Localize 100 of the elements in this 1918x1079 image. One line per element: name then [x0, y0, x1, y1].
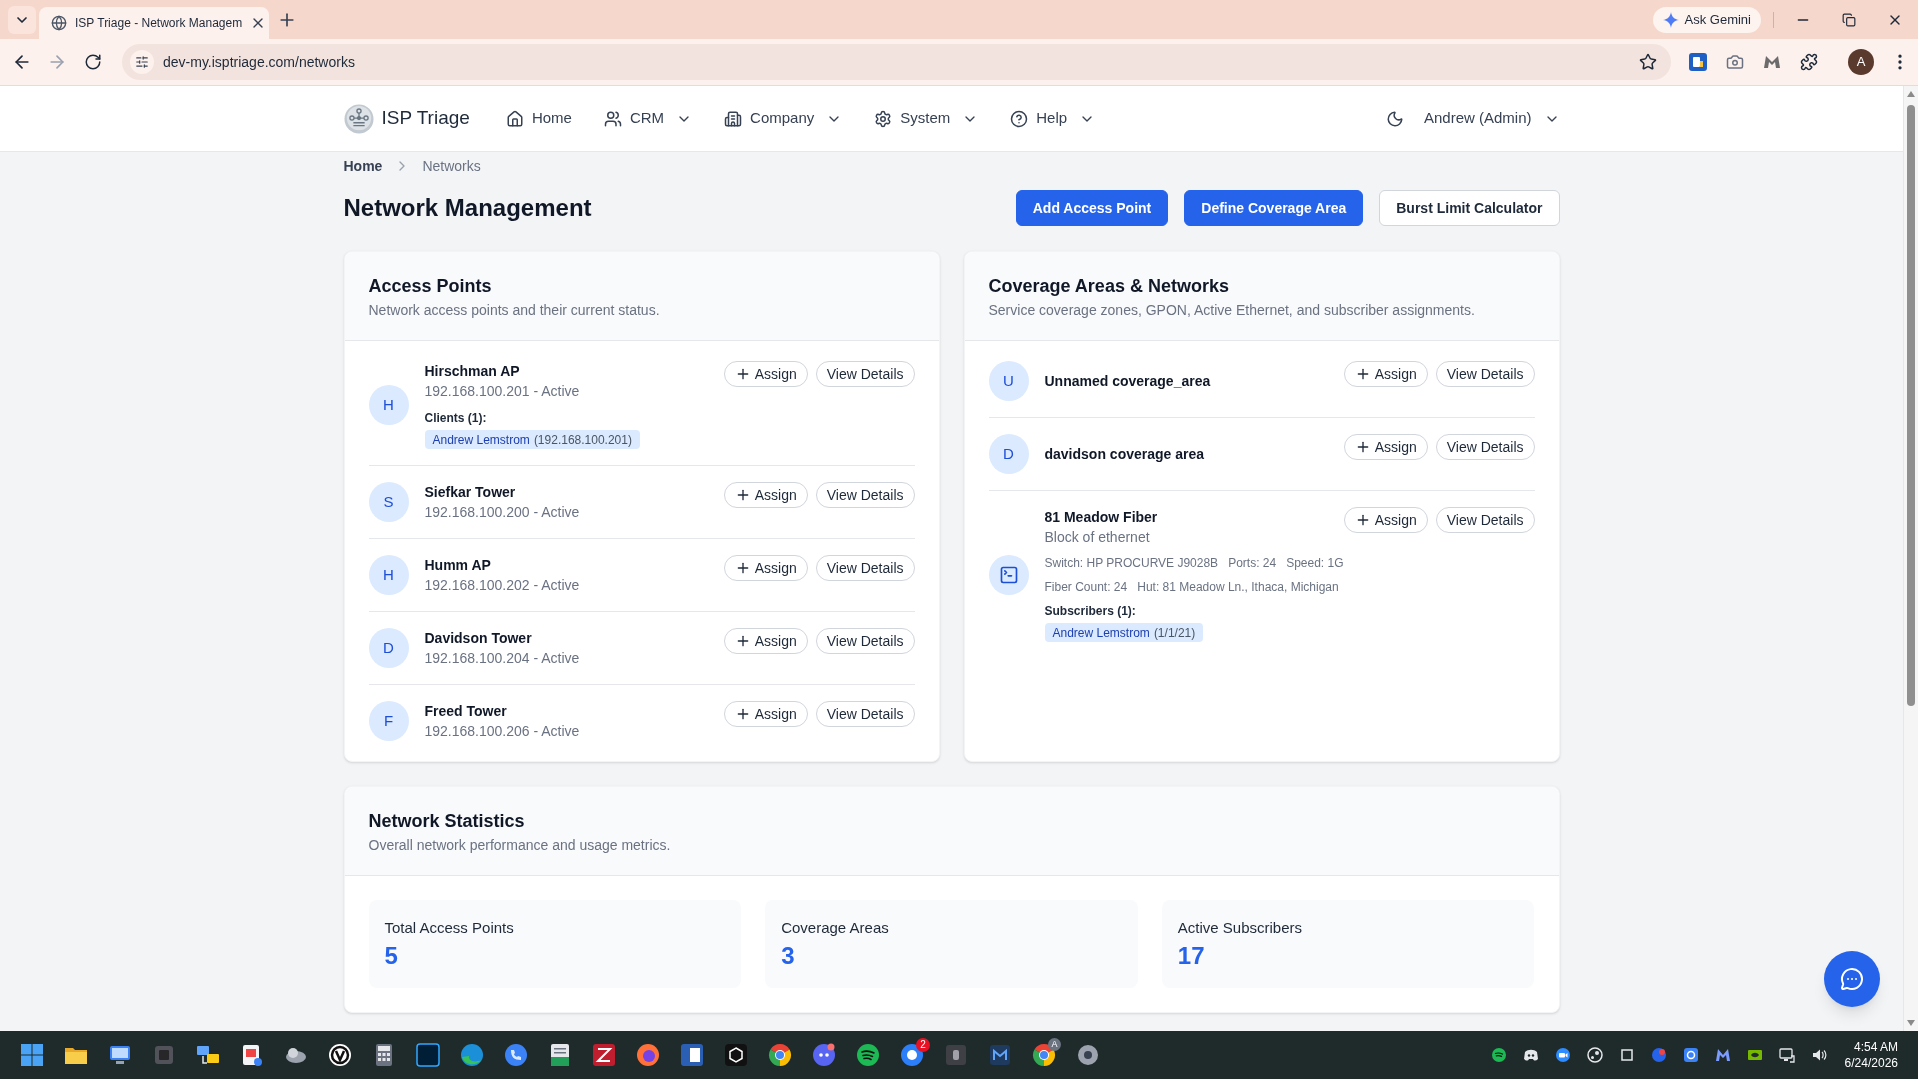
tray-app-icon[interactable] [1682, 1047, 1699, 1063]
action-button[interactable]: Burst Limit Calculator [1379, 190, 1560, 226]
app-icon[interactable] [504, 1043, 528, 1067]
app-icon[interactable] [108, 1043, 132, 1067]
app-icon[interactable] [812, 1043, 836, 1067]
nav-link[interactable]: Help [998, 99, 1108, 138]
brand-name[interactable]: ISP Triage [381, 104, 470, 133]
client-tag[interactable]: Andrew Lemstrom (192.168.100.201) [424, 430, 640, 449]
app-icon[interactable] [768, 1043, 792, 1067]
moon-icon[interactable] [1385, 109, 1404, 128]
app-icon[interactable] [548, 1043, 572, 1067]
view-details-button[interactable]: View Details [815, 701, 915, 727]
restore-icon[interactable] [1842, 12, 1856, 27]
tray-app-icon[interactable] [1554, 1047, 1571, 1063]
chat-bubble-icon [1840, 967, 1864, 991]
gear-icon[interactable] [1076, 1043, 1100, 1067]
site-settings-icon[interactable] [135, 55, 149, 69]
app-icon[interactable] [856, 1043, 880, 1067]
square-icon[interactable] [1618, 1047, 1635, 1063]
browser-tab[interactable]: ISP Triage - Network Managem [39, 7, 269, 39]
access-point-name: Davidson Tower [424, 629, 532, 648]
tray-app-icon[interactable] [1746, 1047, 1763, 1063]
spec-text: Hut: 81 Meadow Ln., Ithaca, Michigan [1137, 579, 1339, 596]
subscriber-tag[interactable]: Andrew Lemstrom (1/1/21) [1044, 623, 1204, 642]
access-point-name: Freed Tower [424, 702, 507, 721]
triangle-down-icon[interactable] [1907, 1020, 1915, 1026]
notification-badge: 2 [916, 1038, 930, 1052]
app-icon[interactable] [592, 1043, 616, 1067]
app-icon[interactable] [944, 1043, 968, 1067]
clock-time[interactable]: 4:54 AM [1853, 1039, 1898, 1055]
chat-button[interactable] [1824, 951, 1880, 1007]
assign-button[interactable]: Assign [1343, 361, 1428, 387]
spec-text: Switch: HP PROCURVE J9028B [1044, 555, 1219, 572]
initial-avatar: D [988, 434, 1029, 474]
view-details-button[interactable]: View Details [1435, 434, 1535, 460]
tray-app-icon[interactable] [1586, 1047, 1603, 1063]
tray-app-icon[interactable] [1490, 1047, 1507, 1063]
view-details-button[interactable]: View Details [815, 628, 915, 654]
initial-avatar: D [368, 628, 409, 668]
address-bar[interactable]: dev-my.isptriage.com/networks [122, 44, 1671, 80]
view-details-button[interactable]: View Details [1435, 361, 1535, 387]
card-subtitle: Service coverage zones, GPON, Active Ethernet, and subscriber assignments. [988, 301, 1476, 320]
globe-icon [51, 15, 67, 31]
nav-link[interactable]: CRM [591, 99, 705, 138]
camera-icon[interactable] [1726, 53, 1744, 71]
assign-button[interactable]: Assign [1343, 507, 1428, 533]
assign-button[interactable]: Assign [723, 361, 808, 387]
reload-icon[interactable] [84, 53, 102, 71]
triangle-up-icon[interactable] [1907, 91, 1915, 97]
view-details-button[interactable]: View Details [1435, 507, 1535, 533]
bookmark-star-icon[interactable] [1639, 53, 1657, 71]
card-title: Coverage Areas & Networks [988, 275, 1230, 298]
scrollbar-thumb[interactable] [1907, 105, 1915, 706]
extension-icon[interactable] [1688, 52, 1708, 72]
spec-text: Fiber Count: 24 [1044, 579, 1128, 596]
view-details-button[interactable]: View Details [815, 482, 915, 508]
network-logo-icon[interactable] [343, 103, 374, 134]
app-icon[interactable] [328, 1043, 352, 1067]
card-title: Network Statistics [368, 810, 526, 833]
tray-app-icon[interactable] [1522, 1047, 1539, 1063]
access-point-status: 192.168.100.204 - Active [424, 649, 580, 668]
app-icon[interactable] [724, 1043, 748, 1067]
app-icon[interactable] [680, 1043, 704, 1067]
access-point-name: Humm AP [424, 556, 491, 575]
action-button[interactable]: Add Access Point [1015, 190, 1169, 226]
action-button[interactable]: Define Coverage Area [1184, 190, 1364, 226]
speaker-icon[interactable] [1810, 1047, 1827, 1063]
ask-gemini-button[interactable]: Ask Gemini [1652, 6, 1761, 33]
app-icon[interactable] [240, 1043, 264, 1067]
assign-button[interactable]: Assign [723, 482, 808, 508]
nav-link[interactable]: System [862, 99, 991, 138]
coverage-name: 81 Meadow Fiber [1044, 508, 1158, 527]
app-icon[interactable] [1032, 1043, 1056, 1067]
assign-button[interactable]: Assign [723, 701, 808, 727]
app-icon[interactable] [460, 1043, 484, 1067]
tray-app-icon[interactable] [1714, 1047, 1731, 1063]
stat-label: Total Access Points [384, 918, 515, 938]
start-icon[interactable] [20, 1043, 44, 1067]
building-icon [724, 109, 743, 128]
puzzle-icon[interactable] [1800, 53, 1818, 71]
view-details-button[interactable]: View Details [815, 555, 915, 581]
tab-title: ISP Triage - Network Managem [75, 15, 243, 32]
access-point-status: 192.168.100.200 - Active [424, 503, 580, 522]
app-icon[interactable] [988, 1043, 1012, 1067]
assign-button[interactable]: Assign [723, 555, 808, 581]
initial-avatar: U [988, 361, 1029, 401]
assign-button[interactable]: Assign [1343, 434, 1428, 460]
nav-link[interactable]: Home [493, 99, 584, 138]
breadcrumb-link[interactable]: Home [343, 155, 383, 177]
user-menu[interactable]: Andrew (Admin) [1423, 107, 1560, 130]
network-icon[interactable] [1778, 1047, 1795, 1063]
profile-avatar[interactable]: A [1848, 49, 1874, 75]
app-icon[interactable] [196, 1043, 220, 1067]
settings-icon [874, 109, 893, 128]
view-details-button[interactable]: View Details [815, 361, 915, 387]
assign-button[interactable]: Assign [723, 628, 808, 654]
tab-list-button[interactable] [8, 5, 36, 34]
nav-link[interactable]: Company [712, 99, 855, 138]
coverage-name: davidson coverage area [1044, 445, 1205, 464]
clock-date[interactable]: 6/24/2026 [1844, 1055, 1898, 1071]
